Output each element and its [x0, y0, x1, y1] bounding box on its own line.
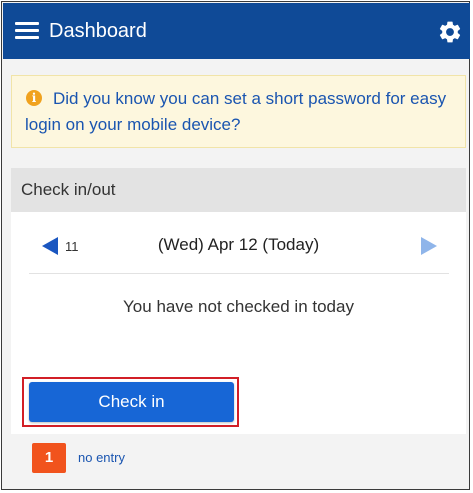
gear-icon[interactable]: [437, 19, 463, 45]
app-header: Dashboard: [3, 3, 470, 59]
menu-bar: [15, 36, 39, 39]
checkin-button[interactable]: Check in: [29, 382, 234, 422]
entry-link[interactable]: no entry: [78, 449, 125, 467]
info-banner-link[interactable]: Did you know you can set a short passwor…: [25, 86, 455, 138]
app-frame: Dashboard i Did you know you can set a s…: [1, 1, 470, 490]
page-title: Dashboard: [49, 20, 147, 42]
menu-bar: [15, 22, 39, 25]
menu-bar: [15, 29, 39, 32]
entry-count-badge: 1: [32, 443, 66, 473]
info-banner: i Did you know you can set a short passw…: [11, 75, 466, 148]
checkin-status-message: You have not checked in today: [123, 297, 354, 316]
card-header: Check in/out: [11, 168, 466, 212]
hamburger-menu-icon[interactable]: [15, 22, 39, 40]
current-date-label: (Wed) Apr 12 (Today): [157, 235, 320, 254]
checkin-card: Check in/out 11 (Wed) Apr 12 (Today) You…: [11, 168, 466, 434]
divider: [29, 273, 449, 274]
next-day-arrow-icon[interactable]: [421, 237, 437, 255]
card-title: Check in/out: [21, 180, 116, 199]
